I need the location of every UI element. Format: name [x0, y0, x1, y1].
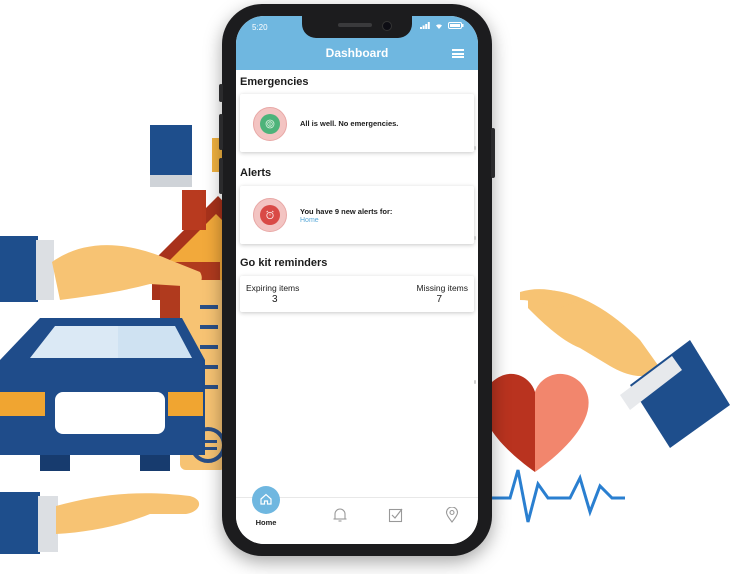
go-kit-heading: Go kit reminders: [240, 257, 328, 269]
scroll-indicator: [474, 380, 476, 384]
checkbox-icon: [388, 508, 403, 523]
volume-up-button: [219, 114, 223, 150]
alarm-clock-icon: [266, 210, 274, 220]
home-icon: [252, 486, 280, 514]
battery-icon: [448, 22, 464, 29]
car-illustration: [0, 318, 205, 471]
missing-items-count: 7: [436, 294, 442, 305]
phone-frame: 5:20 Dashboard Emergencies All is well. …: [219, 4, 495, 556]
emergencies-heading: Emergencies: [240, 76, 309, 88]
heart-illustration: [482, 373, 589, 472]
expiring-items-label: Expiring items: [246, 283, 300, 293]
front-camera: [382, 21, 392, 31]
status-icons: [420, 22, 464, 29]
bell-icon: [333, 508, 347, 522]
tab-checklist[interactable]: [372, 498, 420, 544]
signal-icon: [420, 22, 430, 29]
sleeve-illustration: [150, 125, 192, 180]
emergency-status-indicator: [253, 107, 287, 141]
location-pin-icon: [445, 507, 459, 523]
page-title: Dashboard: [325, 46, 389, 60]
scroll-indicator: [474, 146, 476, 150]
speaker-grille: [338, 23, 372, 27]
tab-home-label: Home: [255, 518, 277, 527]
missing-items-label: Missing items: [416, 283, 468, 293]
alert-message: You have 9 new alerts for:: [300, 207, 393, 216]
silent-switch: [219, 84, 223, 102]
expiring-items-count: 3: [272, 294, 278, 305]
scroll-indicator: [474, 236, 476, 240]
alert-status-indicator: [253, 198, 287, 232]
hamburger-menu-icon[interactable]: [452, 49, 464, 58]
volume-down-button: [219, 158, 223, 194]
app-screen: 5:20 Dashboard Emergencies All is well. …: [236, 16, 478, 544]
tab-locations[interactable]: [428, 498, 476, 544]
go-kit-card[interactable]: Expiring items 3 Missing items 7: [240, 276, 474, 312]
phone-notch: [302, 16, 412, 38]
alerts-heading: Alerts: [240, 167, 272, 179]
tab-alerts[interactable]: [316, 498, 364, 544]
fingerprint-icon: [265, 119, 275, 129]
power-button: [491, 128, 495, 178]
heartbeat-line: [490, 469, 625, 523]
emergencies-card[interactable]: All is well. No emergencies.: [240, 94, 474, 152]
status-time: 5:20: [252, 23, 268, 32]
bottom-tab-bar: Home: [236, 486, 478, 544]
emergency-message: All is well. No emergencies.: [300, 119, 399, 128]
tab-home[interactable]: Home: [244, 486, 292, 544]
alert-location-link[interactable]: Home: [300, 217, 319, 224]
alerts-card[interactable]: You have 9 new alerts for: Home: [240, 186, 474, 244]
wifi-icon: [436, 24, 442, 29]
